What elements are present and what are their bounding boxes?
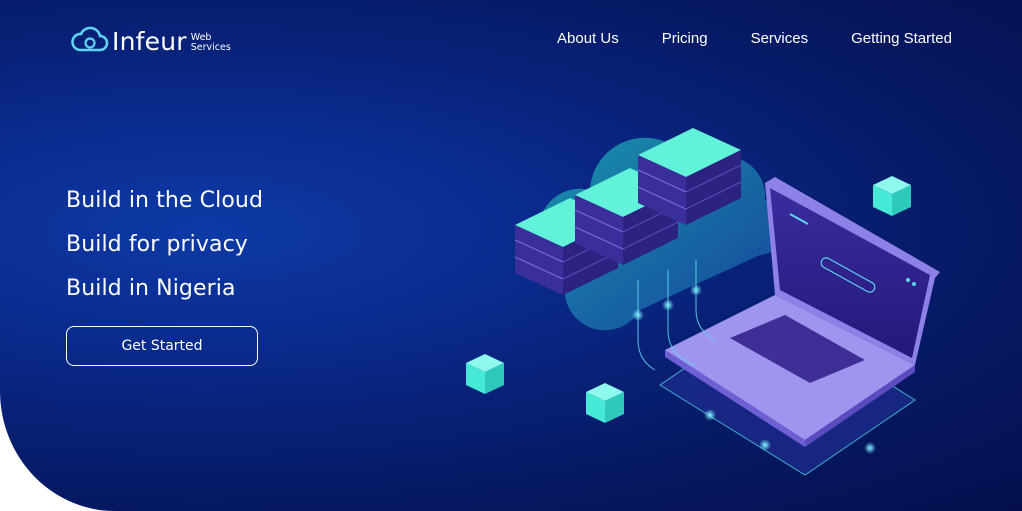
cube-icon <box>466 354 504 394</box>
brand-sub-line2: Services <box>190 42 231 53</box>
nav-link-services[interactable]: Services <box>751 30 809 47</box>
headline-nigeria: Build in Nigeria <box>66 276 236 301</box>
brand-name: Infeur <box>112 26 187 56</box>
nav-link-about-us[interactable]: About Us <box>557 30 619 47</box>
main-nav: About Us Pricing Services Getting Starte… <box>514 30 952 47</box>
get-started-button[interactable]: Get Started <box>66 326 258 366</box>
headline-privacy: Build for privacy <box>66 232 248 257</box>
cloud-logo-icon <box>71 26 109 52</box>
hero-headlines: Build in the Cloud Build for privacy Bui… <box>66 186 263 318</box>
brand-logo[interactable]: Infeur Web Services <box>68 26 231 56</box>
cube-icon <box>586 383 624 423</box>
headline-cloud: Build in the Cloud <box>66 188 264 213</box>
cloud-server-illustration <box>466 128 940 476</box>
cube-icon <box>873 176 911 216</box>
hero-section: Infeur Web Services About Us Pricing Ser… <box>0 0 1022 511</box>
brand-subtitle: Web Services <box>191 33 231 53</box>
nav-link-getting-started[interactable]: Getting Started <box>851 30 952 47</box>
nav-link-pricing[interactable]: Pricing <box>662 30 708 47</box>
